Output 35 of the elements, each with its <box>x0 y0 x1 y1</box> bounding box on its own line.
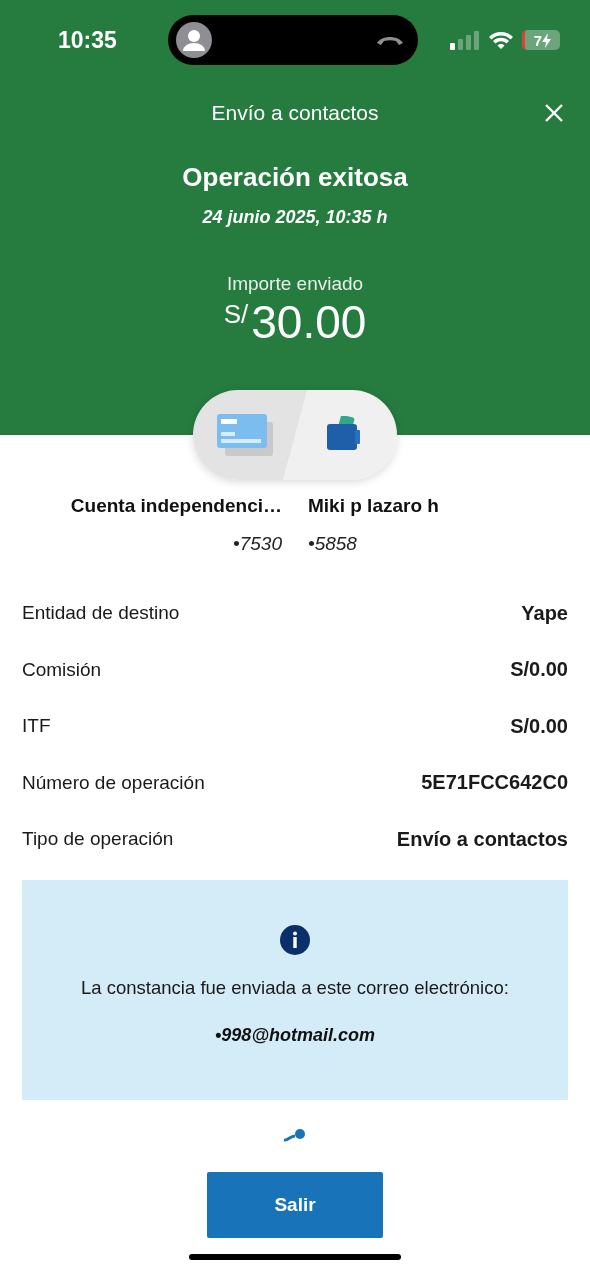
wifi-icon <box>488 30 514 50</box>
signal-icon <box>450 30 480 50</box>
detail-value: Yape <box>521 601 568 625</box>
squiggle-icon <box>283 1127 307 1142</box>
exit-button[interactable]: Salir <box>207 1171 383 1238</box>
detail-value: S/0.00 <box>510 658 568 682</box>
email-address: •998@hotmail.com <box>215 1024 375 1046</box>
detail-value: 5E71FCC642C0 <box>421 771 568 795</box>
phone-icon[interactable] <box>376 34 404 46</box>
detail-label: Comisión <box>22 658 102 681</box>
bank-card-icon <box>217 414 275 458</box>
success-title: Operación exitosa <box>182 162 408 193</box>
detail-label: Número de operación <box>22 771 205 794</box>
amount-label: Importe enviado <box>226 273 364 295</box>
amount-value: 30.00 <box>251 295 367 349</box>
close-icon[interactable] <box>544 103 564 123</box>
detail-label: Entidad de destino <box>22 602 180 625</box>
info-icon <box>280 924 310 955</box>
wallet-icon <box>327 416 363 452</box>
detail-label: ITF <box>22 715 51 738</box>
notice-message: La constancia fue enviada a este correo electrónico: <box>81 976 509 999</box>
account-name: Miki p lazaro h <box>308 495 439 517</box>
avatar-icon <box>176 22 212 58</box>
screen-title: Envío a contactos <box>211 101 379 125</box>
account-number: •5858 <box>308 533 358 555</box>
clock: 10:35 <box>58 26 118 54</box>
account-number: •7530 <box>232 533 282 555</box>
account-name: Cuenta independenci… <box>70 495 282 517</box>
operation-date: 24 junio 2025, 10:35 h <box>202 207 388 228</box>
currency-symbol: S/ <box>223 299 249 330</box>
bolt-icon <box>542 32 552 48</box>
detail-value: S/0.00 <box>510 714 568 738</box>
battery-level: 7 <box>533 31 543 49</box>
detail-value: Envío a contactos <box>396 827 568 851</box>
detail-label: Tipo de operación <box>22 828 174 851</box>
